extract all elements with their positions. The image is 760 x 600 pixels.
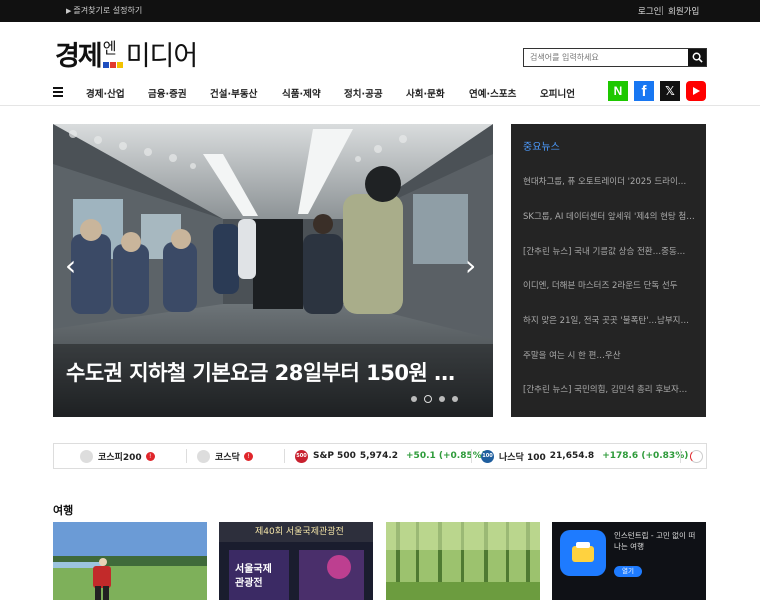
ticker-name: 코스피200: [98, 452, 142, 463]
logo-red-square: [109, 62, 116, 68]
ticker-name: S&P 500: [313, 451, 356, 461]
favorite-link[interactable]: ▶ 즐겨찾기로 설정하기: [66, 5, 142, 16]
ticker-next[interactable]: [690, 444, 703, 468]
nav-opinion[interactable]: 오피니언: [540, 86, 575, 100]
nasdaq100-icon: 100: [481, 449, 494, 463]
search-input[interactable]: [530, 51, 680, 64]
menu-icon[interactable]: [53, 87, 63, 99]
news-item[interactable]: 이디엔, 더해븐 마스터즈 2라운드 단독 선두: [523, 279, 698, 291]
logo-text-3: 미디어: [125, 41, 199, 72]
alert-badge-icon: !: [243, 451, 253, 461]
logo-text-2: 엔: [102, 39, 117, 57]
divider: [471, 449, 472, 463]
travel-card[interactable]: 제40회 서울국제관광전 서울국제 관광전: [219, 522, 373, 600]
join-link[interactable]: 회원가입: [668, 5, 699, 17]
triangle-right-icon: ▶: [66, 7, 72, 15]
ticker-value: 5,974.2: [359, 451, 399, 461]
divider: [186, 449, 187, 463]
slider-dots: [411, 395, 458, 403]
nav-politics[interactable]: 정치·공공: [344, 86, 383, 100]
exhibit-sign-line2: 관광전: [235, 578, 263, 589]
news-item[interactable]: 현대차그룹, 퓨 오토트레이더 '2025 드라이…: [523, 175, 698, 187]
ticker-sp500[interactable]: 500 S&P 500 5,974.2 +50.1 (+0.85%): [295, 444, 486, 468]
stock-ticker: 코스피200 ! 코스닥 ! 500 S&P 500 5,974.2 +50.1…: [53, 443, 707, 469]
ticker-kospi200[interactable]: 코스피200 !: [80, 444, 155, 468]
login-link[interactable]: 로그인: [638, 5, 661, 17]
divider: [284, 449, 285, 463]
search-button[interactable]: [688, 49, 706, 66]
news-item[interactable]: [간추린 뉴스] 국민의힘, 김민석 총리 후보자…: [523, 383, 698, 395]
forest-photo: [386, 522, 540, 600]
youtube-icon[interactable]: [686, 81, 706, 101]
ticker-change: +50.1 (+0.85%): [406, 451, 486, 461]
nav-finance[interactable]: 금융·증권: [148, 86, 187, 100]
kosdaq-icon: [197, 449, 210, 463]
hero-slider[interactable]: ‹ › 수도권 지하철 기본요금 28일부터 150원 …: [53, 124, 493, 417]
ticker-name: 나스닥 100: [499, 452, 546, 463]
hero-title[interactable]: 수도권 지하철 기본요금 28일부터 150원 …: [66, 357, 455, 387]
kospi200-icon: [80, 449, 93, 463]
travel-card[interactable]: [386, 522, 540, 600]
ticker-change: +178.6 (+0.83%): [602, 451, 689, 461]
important-news-heading: 중요뉴스: [523, 142, 560, 153]
news-item[interactable]: SK그룹, AI 데이터센터 앞세워 '제4의 현탕 첨…: [523, 210, 698, 222]
slide-dot[interactable]: [411, 396, 417, 402]
nav-entertainment[interactable]: 연예·스포츠: [469, 86, 516, 100]
ticker-kosdaq[interactable]: 코스닥 !: [197, 444, 253, 468]
ad-open-button[interactable]: 열기: [614, 566, 642, 577]
sp500-icon: 500: [295, 449, 308, 463]
slide-dot[interactable]: [439, 396, 445, 402]
divider: [662, 6, 663, 15]
main-nav: 경제·산업 금융·증권 건설·부동산 식품·제약 정치·공공 사회·문화 연예·…: [0, 80, 760, 106]
site-logo[interactable]: 경제 엔 미디어: [55, 36, 199, 72]
divider: [680, 449, 681, 463]
travel-card[interactable]: [53, 522, 207, 600]
ticker-value: 21,654.8: [549, 451, 595, 461]
nav-realestate[interactable]: 건설·부동산: [210, 86, 257, 100]
top-bar: ▶ 즐겨찾기로 설정하기 로그인 회원가입: [0, 0, 760, 22]
logo-blue-square: [102, 62, 109, 68]
naver-icon[interactable]: N: [608, 81, 628, 101]
logo-text-1: 경제: [55, 41, 103, 72]
exhibit-sign-line1: 서울국제: [235, 564, 272, 575]
search-box: [523, 48, 707, 67]
nav-society[interactable]: 사회·문화: [406, 86, 445, 100]
nav-food[interactable]: 식품·제약: [282, 86, 321, 100]
nav-economy[interactable]: 경제·산업: [86, 86, 125, 100]
important-news-panel: 중요뉴스 현대차그룹, 퓨 오토트레이더 '2025 드라이… SK그룹, AI…: [511, 124, 706, 417]
ticker-nasdaq100[interactable]: 100 나스닥 100 21,654.8 +178.6 (+0.83%): [481, 444, 688, 468]
section-title: 여행: [53, 504, 74, 517]
alert-badge-icon: !: [145, 451, 155, 461]
slide-dot-active[interactable]: [424, 395, 432, 403]
ad-card[interactable]: 인스턴트립 - 고민 없이 떠나는 여행 열기: [552, 522, 706, 600]
news-item[interactable]: 주말을 여는 시 한 편…우산: [523, 349, 698, 361]
search-icon: [692, 52, 703, 63]
next-ticker-icon: [690, 449, 703, 463]
next-arrow-icon[interactable]: ›: [465, 249, 476, 282]
news-item[interactable]: [간추린 뉴스] 국내 기름값 상승 전환…중동…: [523, 245, 698, 257]
logo-mark: 엔: [102, 39, 125, 72]
app-icon: [560, 530, 606, 576]
logo-yellow-square: [116, 62, 123, 68]
prev-arrow-icon[interactable]: ‹: [65, 249, 76, 282]
slide-dot[interactable]: [452, 396, 458, 402]
ticker-name: 코스닥: [215, 452, 240, 463]
golf-photo: [53, 522, 207, 600]
x-icon[interactable]: 𝕏: [660, 81, 680, 101]
ad-title: 인스턴트립 - 고민 없이 떠나는 여행: [614, 531, 696, 551]
news-item[interactable]: 하지 맞은 21일, 전국 곳곳 '불폭탄'…남부지…: [523, 314, 698, 326]
exhibit-banner: 제40회 서울국제관광전: [255, 527, 344, 537]
facebook-icon[interactable]: f: [634, 81, 654, 101]
